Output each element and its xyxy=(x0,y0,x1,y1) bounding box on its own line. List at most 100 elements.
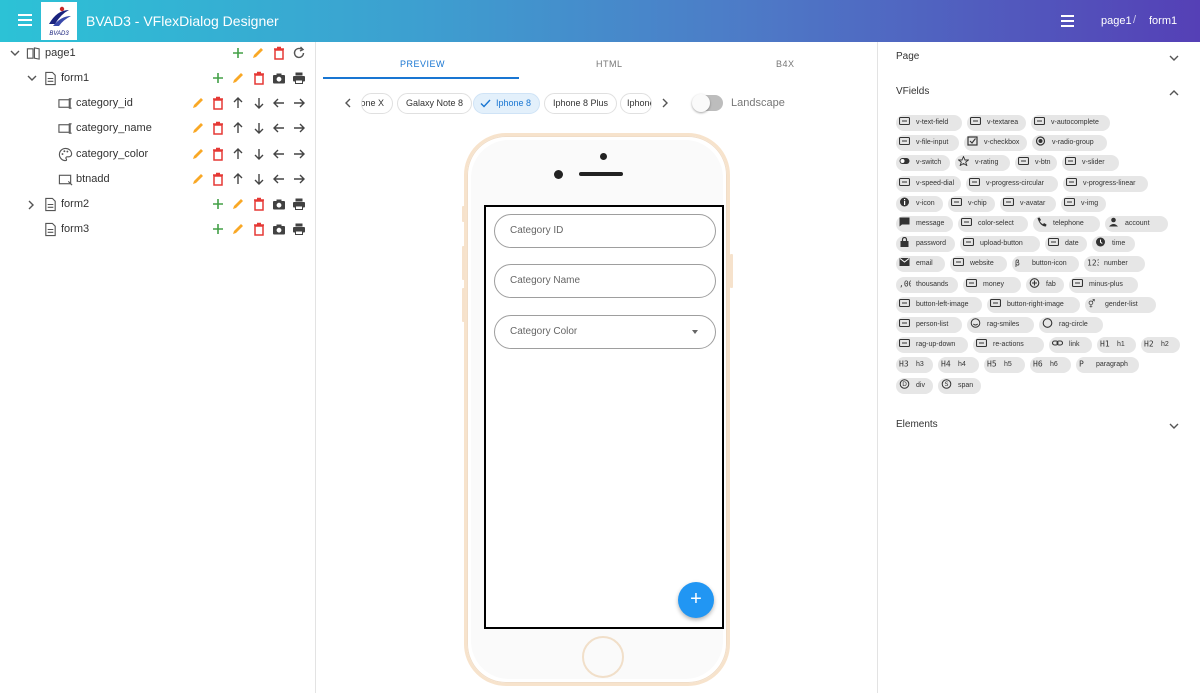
vfield-chip-v-progress-circular[interactable]: v-progress-circular xyxy=(966,175,1058,192)
vfield-chip-password[interactable]: password xyxy=(896,236,955,253)
arrow-down-icon[interactable] xyxy=(252,96,266,110)
vfield-chip-color-select[interactable]: color-select xyxy=(958,216,1028,232)
section-elements-header[interactable]: Elements xyxy=(896,419,938,430)
tree-node-form3[interactable]: form3 xyxy=(0,218,316,242)
vfield-chip-h4[interactable]: H4 h4 xyxy=(938,357,979,374)
vfield-chip-h2[interactable]: H2 h2 xyxy=(1141,337,1180,354)
breadcrumb-page[interactable]: page1 xyxy=(1101,15,1132,27)
vfield-chip-v-text-field[interactable]: v-text-field xyxy=(896,115,962,131)
vfield-chip-number[interactable]: 123 number xyxy=(1084,256,1145,273)
arrow-down-icon[interactable] xyxy=(252,147,266,161)
tree-node-field[interactable]: btnadd xyxy=(0,168,316,192)
category-color-select[interactable]: Category Color xyxy=(494,315,716,349)
vfield-chip-upload-button[interactable]: upload-button xyxy=(960,236,1040,253)
section-vfields-header[interactable]: VFields xyxy=(896,86,929,97)
edit-icon[interactable] xyxy=(191,172,205,186)
vfield-chip-v-textarea[interactable]: v-textarea xyxy=(967,115,1026,131)
chevron-up-icon[interactable] xyxy=(1168,87,1180,99)
edit-icon[interactable] xyxy=(231,197,245,211)
vfield-chip-v-rating[interactable]: v-rating xyxy=(955,155,1010,172)
tree-node-page1[interactable]: page1 xyxy=(0,42,316,66)
arrow-up-icon[interactable] xyxy=(231,172,245,186)
edit-icon[interactable] xyxy=(191,96,205,110)
vfield-chip-website[interactable]: website xyxy=(950,256,1007,273)
chevron-right-icon[interactable] xyxy=(661,98,669,108)
arrow-right-icon[interactable] xyxy=(292,172,306,186)
chevron-right-icon[interactable] xyxy=(27,200,35,210)
edit-icon[interactable] xyxy=(251,46,265,60)
vfield-chip-re-actions[interactable]: re-actions xyxy=(973,337,1044,354)
vfield-chip-minus-plus[interactable]: minus-plus xyxy=(1069,276,1138,293)
print-icon[interactable] xyxy=(292,222,306,236)
arrow-left-icon[interactable] xyxy=(272,96,286,110)
vfield-chip-v-img[interactable]: v-img xyxy=(1061,195,1106,212)
add-icon[interactable] xyxy=(211,222,225,236)
vfield-chip-rag-smiles[interactable]: rag-smiles xyxy=(967,317,1034,333)
arrow-left-icon[interactable] xyxy=(272,172,286,186)
arrow-right-icon[interactable] xyxy=(292,121,306,135)
edit-icon[interactable] xyxy=(191,147,205,161)
tab-preview[interactable]: PREVIEW xyxy=(400,59,445,69)
add-icon[interactable] xyxy=(231,46,245,60)
delete-icon[interactable] xyxy=(211,147,225,161)
arrow-up-icon[interactable] xyxy=(231,147,245,161)
device-chip-selected[interactable]: Iphone 8 xyxy=(473,93,541,114)
vfield-chip-fab[interactable]: fab xyxy=(1026,276,1064,293)
vfield-chip-time[interactable]: time xyxy=(1092,236,1135,253)
vfield-chip-date[interactable]: date xyxy=(1045,236,1087,253)
delete-icon[interactable] xyxy=(272,46,286,60)
device-chip[interactable]: Iphone X xyxy=(361,93,393,114)
vfield-chip-h3[interactable]: H3 h3 xyxy=(896,357,933,374)
vfield-chip-email[interactable]: email xyxy=(896,256,945,273)
arrow-up-icon[interactable] xyxy=(231,121,245,135)
vfield-chip-h1[interactable]: H1 h1 xyxy=(1097,337,1136,354)
tree-node-field[interactable]: category_id xyxy=(0,92,316,116)
tab-b4x[interactable]: B4X xyxy=(776,59,795,69)
vfield-chip-v-chip[interactable]: v-chip xyxy=(948,195,995,212)
vfield-chip-message[interactable]: message xyxy=(896,216,953,232)
add-icon[interactable] xyxy=(211,197,225,211)
breadcrumb-form[interactable]: form1 xyxy=(1149,15,1177,27)
vfield-chip-account[interactable]: account xyxy=(1105,216,1168,232)
vfield-chip-telephone[interactable]: telephone xyxy=(1033,216,1100,232)
tree-node-field[interactable]: category_color xyxy=(0,143,316,167)
delete-icon[interactable] xyxy=(211,96,225,110)
vfield-chip-person-list[interactable]: person-list xyxy=(896,317,962,333)
menu-icon[interactable] xyxy=(18,14,32,26)
vfield-chip-rag-circle[interactable]: rag-circle xyxy=(1039,317,1103,333)
vfield-chip-button-left-image[interactable]: button-left-image xyxy=(896,296,982,313)
vfield-chip-v-avatar[interactable]: v-avatar xyxy=(1000,195,1056,212)
delete-icon[interactable] xyxy=(211,172,225,186)
vfield-chip-v-radio-group[interactable]: v-radio-group xyxy=(1032,135,1107,152)
vfield-chip-button-icon[interactable]: β button-icon xyxy=(1012,256,1079,273)
chevron-down-icon[interactable] xyxy=(1168,420,1180,432)
category-name-field[interactable]: Category Name xyxy=(494,264,716,298)
vfield-chip-v-speed-dial[interactable]: v-speed-dial xyxy=(896,175,961,192)
delete-icon[interactable] xyxy=(252,71,266,85)
vfield-chip-v-checkbox[interactable]: v-checkbox xyxy=(964,135,1027,152)
vfield-chip-money[interactable]: money xyxy=(963,276,1021,293)
vfield-chip-v-autocomplete[interactable]: v-autocomplete xyxy=(1031,115,1110,131)
vfield-chip-paragraph[interactable]: Pparagraph xyxy=(1076,357,1139,374)
vfield-chip-h6[interactable]: H6 h6 xyxy=(1030,357,1071,374)
menu-icon[interactable] xyxy=(1061,15,1074,27)
vfield-chip-rag-up-down[interactable]: rag-up-down xyxy=(896,337,968,354)
camera-icon[interactable] xyxy=(272,71,286,85)
vfield-chip-link[interactable]: link xyxy=(1049,337,1092,354)
tree-node-form2[interactable]: form2 xyxy=(0,193,316,217)
add-icon[interactable] xyxy=(211,71,225,85)
tree-node-field[interactable]: category_name xyxy=(0,117,316,141)
section-page-header[interactable]: Page xyxy=(896,51,919,62)
tree-node-form1[interactable]: form1 xyxy=(0,67,316,91)
delete-icon[interactable] xyxy=(252,197,266,211)
vfield-chip-v-btn[interactable]: v-btn xyxy=(1015,155,1057,172)
print-icon[interactable] xyxy=(292,197,306,211)
device-chip[interactable]: Galaxy Note 8 xyxy=(397,93,473,114)
edit-icon[interactable] xyxy=(231,222,245,236)
device-chip[interactable]: Iphone xyxy=(620,93,652,114)
arrow-down-icon[interactable] xyxy=(252,172,266,186)
edit-icon[interactable] xyxy=(231,71,245,85)
vfield-chip-v-file-input[interactable]: v-file-input xyxy=(896,135,959,152)
vfield-chip-span[interactable]: Sspan xyxy=(938,377,981,394)
delete-icon[interactable] xyxy=(252,222,266,236)
